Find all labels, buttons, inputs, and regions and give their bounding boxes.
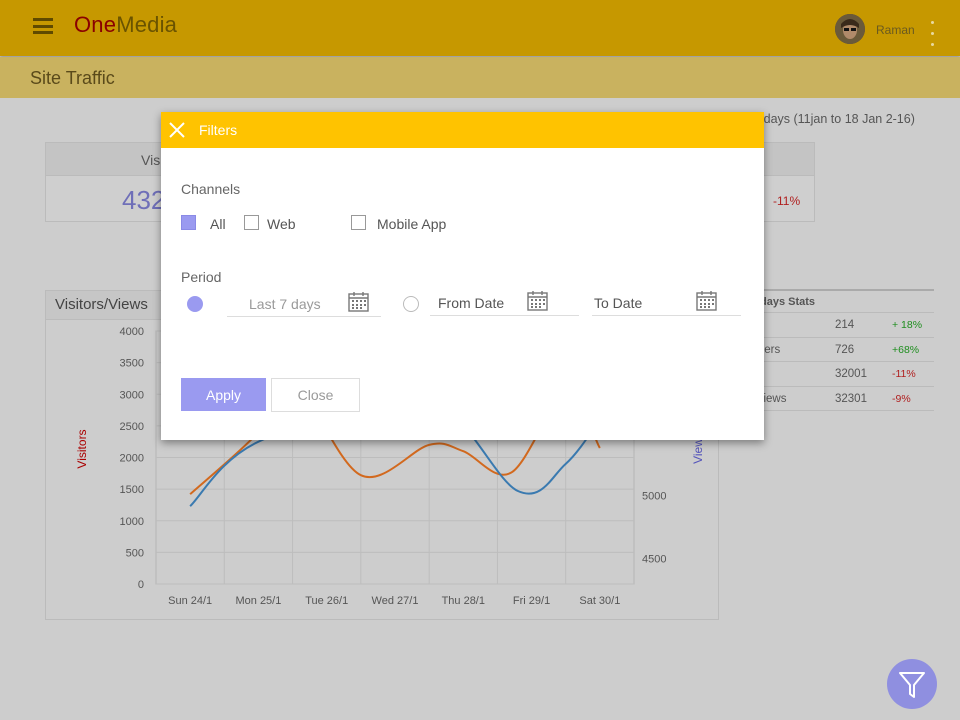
dialog-header: Filters bbox=[161, 112, 764, 148]
period-label: Period bbox=[181, 269, 222, 285]
y-left-tick-label: 3500 bbox=[120, 358, 144, 370]
period-custom-radio[interactable] bbox=[403, 296, 419, 312]
user-name[interactable]: Raman bbox=[876, 23, 915, 37]
menu-icon[interactable] bbox=[33, 18, 53, 34]
channel-mobile-app-checkbox[interactable] bbox=[351, 215, 366, 230]
stats-row-change: +68% bbox=[892, 343, 920, 356]
y-left-tick-label: 1000 bbox=[120, 516, 144, 528]
page-header: Site Traffic bbox=[0, 57, 960, 98]
avatar[interactable] bbox=[835, 14, 865, 44]
y-left-axis-label: Visitors bbox=[75, 429, 89, 468]
stats-row-value: 32001 bbox=[835, 368, 867, 380]
y-left-tick-label: 4000 bbox=[120, 326, 144, 338]
calendar-icon[interactable] bbox=[527, 290, 548, 311]
apply-button[interactable]: Apply bbox=[181, 378, 266, 411]
x-tick-label: Mon 25/1 bbox=[235, 595, 281, 607]
y-left-tick-label: 1500 bbox=[120, 484, 144, 496]
from-date-text: From Date bbox=[438, 295, 505, 311]
channel-web-label[interactable]: Web bbox=[267, 216, 296, 232]
logo-text-one: One bbox=[74, 12, 117, 37]
logo-text-media: Media bbox=[116, 12, 178, 37]
app-logo[interactable]: OneMedia bbox=[74, 12, 177, 38]
y-left-tick-label: 2500 bbox=[120, 421, 144, 433]
channel-web-checkbox[interactable] bbox=[244, 215, 259, 230]
table-row: ge Views32301-9% bbox=[740, 387, 934, 411]
table-row: vers214+ 18% bbox=[740, 313, 934, 338]
stat-change: -11% bbox=[773, 194, 801, 208]
channel-all-label[interactable]: All bbox=[210, 216, 226, 232]
y-right-tick-label: 4500 bbox=[642, 554, 666, 566]
y-right-axis-label: View bbox=[691, 438, 705, 464]
table-row: itors32001-11% bbox=[740, 362, 934, 387]
y-right-tick-label: 5000 bbox=[642, 490, 666, 502]
days-stats-table: days Stats vers214+ 18%rt Users726+68%it… bbox=[740, 289, 934, 411]
from-date-field[interactable]: From Date bbox=[430, 290, 579, 316]
y-left-tick-label: 0 bbox=[138, 579, 144, 591]
y-left-tick-label: 3000 bbox=[120, 389, 144, 401]
channel-mobile-app-label[interactable]: Mobile App bbox=[377, 216, 446, 232]
calendar-icon[interactable] bbox=[348, 291, 369, 312]
stat-value: 432 bbox=[122, 185, 166, 215]
period-last7-radio[interactable] bbox=[187, 296, 203, 312]
stats-row-value: 214 bbox=[835, 319, 855, 331]
y-left-tick-label: 2000 bbox=[120, 453, 144, 465]
last-7-days-text: Last 7 days bbox=[249, 296, 321, 312]
stat-label: Vis bbox=[141, 152, 161, 168]
y-left-tick-label: 500 bbox=[126, 547, 144, 559]
x-tick-label: Tue 26/1 bbox=[305, 595, 348, 607]
channels-label: Channels bbox=[181, 181, 241, 197]
filters-dialog: Filters Channels All Web Mobile App Peri… bbox=[161, 112, 764, 440]
stats-row-change: -9% bbox=[892, 392, 911, 405]
stats-row-change: -11% bbox=[892, 368, 916, 380]
close-icon[interactable] bbox=[169, 122, 185, 138]
page-title: Site Traffic bbox=[30, 68, 115, 88]
last-7-days-field[interactable]: Last 7 days bbox=[227, 291, 381, 317]
date-range-label: st 7 days (11jan to 18 Jan 2-16) bbox=[740, 112, 915, 126]
calendar-icon[interactable] bbox=[696, 290, 717, 311]
table-row: rt Users726+68% bbox=[740, 338, 934, 362]
filter-button[interactable] bbox=[887, 659, 937, 709]
x-tick-label: Thu 28/1 bbox=[442, 595, 485, 607]
x-tick-label: Sun 24/1 bbox=[168, 595, 212, 607]
more-options-icon[interactable] bbox=[931, 21, 935, 49]
stats-table-title: days Stats bbox=[740, 289, 934, 313]
stats-row-value: 32301 bbox=[835, 392, 867, 405]
to-date-text: To Date bbox=[594, 295, 643, 311]
stats-row-value: 726 bbox=[835, 343, 855, 356]
filter-icon bbox=[899, 672, 925, 698]
dialog-title: Filters bbox=[199, 122, 238, 138]
close-button[interactable]: Close bbox=[271, 378, 360, 412]
x-tick-label: Wed 27/1 bbox=[372, 595, 419, 607]
x-tick-label: Sat 30/1 bbox=[579, 595, 620, 607]
x-tick-label: Fri 29/1 bbox=[513, 595, 550, 607]
stats-row-change: + 18% bbox=[892, 319, 923, 331]
channel-all-checkbox[interactable] bbox=[181, 215, 196, 230]
app-bar: OneMedia Raman bbox=[0, 0, 960, 56]
to-date-field[interactable]: To Date bbox=[592, 290, 741, 316]
